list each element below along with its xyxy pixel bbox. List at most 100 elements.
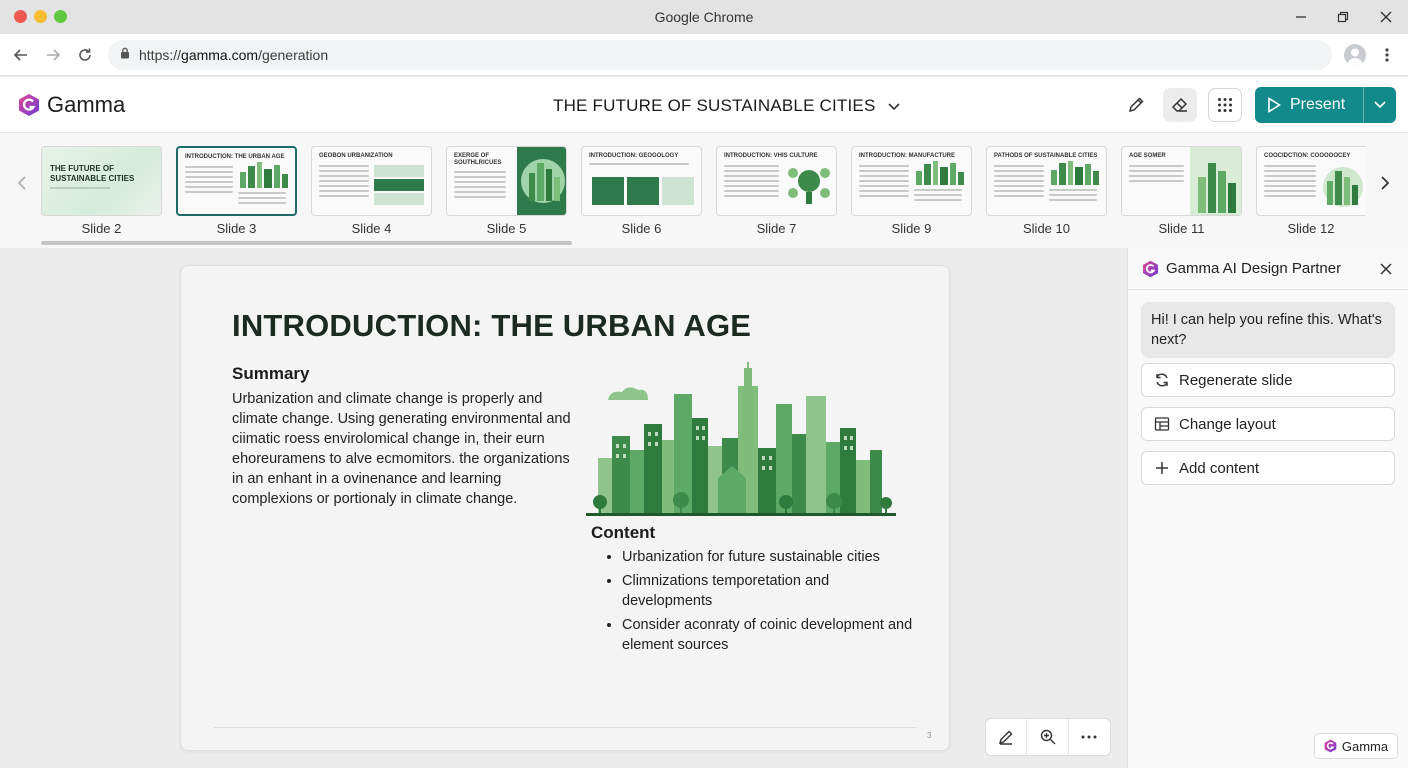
present-button-group: Present	[1255, 87, 1396, 123]
edit-slide-button[interactable]	[986, 719, 1028, 755]
thumbnail-title: INTRODUCTION: MANUFACTURE	[859, 153, 955, 159]
restore-icon[interactable]	[1331, 5, 1355, 29]
profile-avatar-icon[interactable]	[1344, 44, 1366, 66]
eraser-icon	[1171, 97, 1188, 112]
thumbnail-slide-3[interactable]: INTRODUCTION: THE URBAN AGE Slide 3	[176, 146, 297, 236]
close-icon[interactable]	[1374, 5, 1398, 29]
document-title-dropdown[interactable]: THE FUTURE OF SUSTAINABLE CITIES	[553, 96, 900, 116]
eraser-button[interactable]	[1163, 88, 1197, 122]
edit-pencil-button[interactable]	[1119, 88, 1153, 122]
thumbnail-slide-7[interactable]: INTRODUCTION: VHIS CULTURE Slide 7	[716, 146, 837, 236]
lock-icon	[120, 46, 130, 64]
more-horizontal-icon	[1081, 735, 1097, 739]
thumbnail-slide-10[interactable]: PATHODS OF SUSTAINABLE CITIES Slide 10	[986, 146, 1107, 236]
slide-divider	[214, 727, 916, 728]
app-header: Gamma THE FUTURE OF SUSTAINABLE CITIES P…	[0, 77, 1408, 133]
list-item[interactable]: Urbanization for future sustainable citi…	[622, 547, 922, 567]
url-text: https://gamma.com/generation	[139, 47, 329, 63]
gamma-logo-icon	[1324, 739, 1337, 753]
content-list[interactable]: Urbanization for future sustainable citi…	[622, 547, 922, 659]
action-label: Add content	[1179, 459, 1260, 477]
thumbnail-label: Slide 4	[351, 221, 392, 236]
thumbnail-slide-6[interactable]: INTRODUCTION: GEOGOLOGY Slide 6	[581, 146, 702, 236]
thumbnail-image: INTRODUCTION: VHIS CULTURE	[716, 146, 837, 216]
add-content-button[interactable]: Add content	[1141, 451, 1395, 485]
browser-menu-icon[interactable]	[1375, 43, 1399, 67]
browser-toolbar: https://gamma.com/generation	[0, 34, 1408, 76]
thumbnail-slide-5[interactable]: EXERGE OF SOUTHLRICUES Slide 5	[446, 146, 567, 236]
document-title: THE FUTURE OF SUSTAINABLE CITIES	[553, 96, 876, 115]
zoom-button[interactable]	[1027, 719, 1069, 755]
slide-title[interactable]: INTRODUCTION: THE URBAN AGE	[232, 308, 751, 344]
gamma-logo-icon	[19, 94, 39, 116]
slide-canvas[interactable]: INTRODUCTION: THE URBAN AGE Summary Urba…	[180, 265, 950, 751]
thumbnail-label: Slide 11	[1158, 221, 1205, 236]
address-bar[interactable]: https://gamma.com/generation	[108, 40, 1332, 70]
gamma-logo-icon	[1143, 260, 1158, 277]
list-item[interactable]: Consider aconraty of coinic development …	[622, 615, 922, 655]
thumbnail-title: GEOBON URBANIZATION	[319, 153, 393, 159]
thumbnail-title: INTRODUCTION: GEOGOLOGY	[589, 153, 679, 159]
gamma-badge[interactable]: Gamma	[1314, 733, 1398, 759]
thumbnail-image: GEOBON URBANIZATION	[311, 146, 432, 216]
chevron-down-icon	[887, 96, 900, 116]
thumbnail-image: PATHODS OF SUSTAINABLE CITIES	[986, 146, 1107, 216]
assistant-message: Hi! I can help you refine this. What's n…	[1141, 302, 1395, 358]
thumbnail-slide-2[interactable]: THE FUTURE OF SUSTAINABLE CITIES Slide 2	[41, 146, 162, 236]
regenerate-slide-button[interactable]: Regenerate slide	[1141, 363, 1395, 397]
thumbnail-image: EXERGE OF SOUTHLRICUES	[446, 146, 567, 216]
thumbnail-title: THE FUTURE OF SUSTAINABLE CITIES	[50, 164, 135, 183]
slide-tools-bar	[985, 718, 1111, 756]
chevron-down-icon	[1374, 101, 1386, 109]
plus-icon	[1156, 462, 1168, 474]
thumbnail-title: EXERGE OF SOUTHLRICUES	[454, 153, 502, 166]
scroll-left-icon[interactable]	[12, 171, 32, 195]
pencil-icon	[999, 730, 1013, 745]
content-heading[interactable]: Content	[591, 523, 655, 543]
panel-title: Gamma AI Design Partner	[1166, 260, 1342, 277]
thumbnail-image: COOCIDCTION: COOOOOCEY	[1256, 146, 1366, 216]
thumbnail-title: AGE SOMER	[1129, 153, 1166, 159]
reload-icon[interactable]	[73, 43, 97, 67]
change-layout-button[interactable]: Change layout	[1141, 407, 1395, 441]
thumbnail-scrollbar[interactable]	[41, 241, 572, 245]
back-icon[interactable]	[9, 43, 33, 67]
thumbnail-image: INTRODUCTION: THE URBAN AGE	[176, 146, 297, 216]
summary-heading[interactable]: Summary	[232, 364, 309, 384]
action-label: Regenerate slide	[1179, 371, 1293, 389]
present-options-button[interactable]	[1363, 87, 1396, 123]
thumbnail-label: Slide 10	[1023, 221, 1070, 236]
window-title: Google Chrome	[654, 9, 754, 25]
list-item[interactable]: Climnizations temporetation and developm…	[622, 571, 922, 611]
summary-text[interactable]: Urbanization and climate change is prope…	[232, 389, 572, 509]
close-panel-button[interactable]	[1378, 261, 1394, 277]
thumbnail-slide-9[interactable]: INTRODUCTION: MANUFACTURE Slide 9	[851, 146, 972, 236]
refresh-icon	[1156, 373, 1168, 387]
thumbnail-title: PATHODS OF SUSTAINABLE CITIES	[994, 153, 1098, 159]
panel-header: Gamma AI Design Partner	[1128, 248, 1408, 290]
grid-icon	[1218, 98, 1232, 112]
thumbnail-label: Slide 12	[1287, 221, 1335, 236]
forward-icon[interactable]	[41, 43, 65, 67]
more-options-button[interactable]	[1069, 719, 1110, 755]
thumbnail-image: INTRODUCTION: GEOGOLOGY	[581, 146, 702, 216]
thumbnail-title: INTRODUCTION: THE URBAN AGE	[185, 154, 285, 160]
thumbnail-label: Slide 2	[81, 221, 122, 236]
grid-view-button[interactable]	[1208, 88, 1242, 122]
thumbnail-slide-12[interactable]: COOCIDCTION: COOOOOCEY Slide 12	[1256, 146, 1366, 236]
present-button[interactable]: Present	[1255, 87, 1363, 123]
gamma-logo[interactable]: Gamma	[18, 92, 125, 118]
thumbnail-slide-4[interactable]: GEOBON URBANIZATION Slide 4	[311, 146, 432, 236]
action-label: Change layout	[1179, 415, 1276, 433]
layout-icon	[1154, 417, 1170, 431]
ai-design-partner-panel: Gamma AI Design Partner Hi! I can help y…	[1127, 248, 1408, 768]
scroll-right-icon[interactable]	[1375, 171, 1395, 195]
zoom-in-icon	[1040, 729, 1056, 745]
thumbnail-label: Slide 9	[891, 221, 932, 236]
thumbnail-image: AGE SOMER	[1121, 146, 1242, 216]
badge-label: Gamma	[1341, 738, 1389, 754]
thumbnail-slide-11[interactable]: AGE SOMER Slide 11	[1121, 146, 1242, 236]
present-label: Present	[1290, 96, 1346, 113]
minimize-icon[interactable]	[1289, 5, 1313, 29]
slide-thumbnail-strip: THE FUTURE OF SUSTAINABLE CITIES Slide 2…	[0, 133, 1408, 248]
